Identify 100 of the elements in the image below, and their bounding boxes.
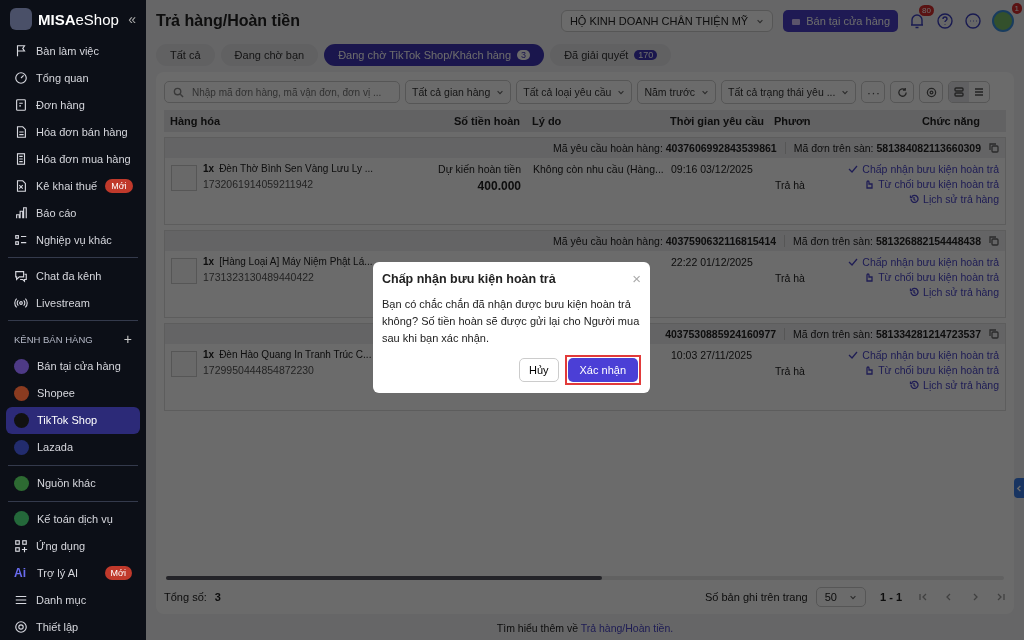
apps-grid-icon xyxy=(14,538,28,553)
sidebar-item[interactable]: Thiết lập xyxy=(6,613,140,640)
sidebar-item[interactable]: Bàn làm việc xyxy=(6,38,140,65)
filter-dropdown[interactable]: Tất cả gian hàng xyxy=(405,80,512,104)
sidebar-item[interactable]: Hóa đơn bán hàng xyxy=(6,118,140,146)
quantity: 1x xyxy=(203,163,215,174)
check-icon xyxy=(848,164,859,174)
sidebar-item[interactable]: Danh mục xyxy=(6,586,140,614)
request-code: Mã yêu cầu hoàn hàng: 4037590632116815414 xyxy=(553,235,777,247)
scrollbar-thumb[interactable] xyxy=(166,576,602,580)
sidebar-item[interactable]: TikTok Shop xyxy=(6,406,140,434)
store-dropdown[interactable]: HỘ KINH DOANH CHÂN THIỆN MỸ xyxy=(560,10,774,32)
notification-button[interactable] xyxy=(908,12,926,30)
sidebar-label: Shopee xyxy=(37,387,75,400)
order-code: Mã đơn trên sàn: 581326882154448438 xyxy=(793,235,981,247)
sidebar-item[interactable]: Bán tại cửa hàng xyxy=(6,353,140,380)
filter-dropdown[interactable]: Tất cả trạng thái yêu ... xyxy=(721,80,857,104)
list-icon xyxy=(14,232,28,247)
sidebar-item[interactable]: Livestream xyxy=(6,289,140,317)
tax-document-icon xyxy=(14,179,28,193)
count-badge: 3 xyxy=(517,50,531,60)
card-view-icon xyxy=(954,87,965,97)
last-page-icon[interactable] xyxy=(996,592,1006,602)
add-channel-button[interactable]: + xyxy=(123,331,132,347)
document-icon xyxy=(14,125,28,140)
receipt-icon xyxy=(14,152,28,167)
collapse-button[interactable]: « xyxy=(128,11,136,27)
sidebar-item[interactable]: Nguồn khác xyxy=(6,469,140,497)
confirm-button[interactable]: Xác nhận xyxy=(567,358,638,383)
return-method: Trả hà xyxy=(775,179,806,191)
sidebar-label: Báo cáo xyxy=(36,206,77,219)
sidebar-item[interactable]: Nghiệp vụ khác xyxy=(6,226,140,254)
sidebar-label: Trợ lý AI xyxy=(37,566,79,579)
first-page-icon[interactable] xyxy=(918,592,928,602)
refund-caption: Dự kiến hoàn tiền xyxy=(437,163,521,175)
sidebar-item[interactable]: Chat đa kênh xyxy=(6,262,140,290)
chat-icon xyxy=(14,268,28,283)
sidebar-label: Nghiệp vụ khác xyxy=(36,233,112,246)
column-header: Chức năng xyxy=(920,115,981,127)
product-sku: 1731323130489440422 xyxy=(203,271,315,283)
sidebar-item[interactable]: Đơn hàng xyxy=(6,91,140,119)
column-header: Phươn xyxy=(774,115,812,127)
bell-icon xyxy=(908,12,926,30)
check-icon xyxy=(848,257,859,267)
column-header: Hàng hóa xyxy=(170,115,222,127)
shop-bag-icon xyxy=(791,16,802,26)
broadcast-icon xyxy=(14,295,28,310)
avatar[interactable] xyxy=(992,10,1014,32)
avatar-badge: 1 xyxy=(1011,3,1022,14)
chevron-left-icon xyxy=(1015,484,1023,492)
search-icon xyxy=(173,86,184,98)
sidebar-item[interactable]: Ai Trợ lý AI Mới xyxy=(6,559,140,587)
brand-name: MISAeShop xyxy=(38,10,119,28)
page-title: Trả hàng/Hoàn tiền xyxy=(156,12,300,30)
sidebar-label: Livestream xyxy=(36,296,90,309)
notification-badge: 80 xyxy=(919,5,934,16)
sidebar-item[interactable]: Shopee xyxy=(6,379,140,407)
sidebar-label: Bàn làm việc xyxy=(36,45,99,58)
new-badge: Mới xyxy=(105,179,133,193)
copy-icon[interactable] xyxy=(989,329,999,339)
help-icon[interactable] xyxy=(936,12,954,30)
refund-amount: 400.000 xyxy=(476,179,521,193)
reason: Không còn nhu cầu (Hàng... xyxy=(533,163,664,175)
copy-icon[interactable] xyxy=(989,143,999,153)
return-method: Trả hà xyxy=(775,365,806,377)
product-name: [Hàng Loại A] Máy Niệm Phật Lá... xyxy=(219,256,373,267)
sidebar-label: Ứng dụng xyxy=(36,539,86,552)
refresh-icon xyxy=(896,86,908,98)
filter-dropdown[interactable]: Tất cả loại yêu cầu xyxy=(516,80,633,104)
sidebar-item[interactable]: Ứng dụng xyxy=(6,532,140,560)
chevron-down-icon xyxy=(841,88,850,96)
help-text: Tìm hiểu thêm về Trả hàng/Hoàn tiền. xyxy=(495,621,675,636)
order-code: Mã đơn trên sàn: 581384082113660309 xyxy=(793,142,981,154)
sidebar-item[interactable]: Hóa đơn mua hàng xyxy=(6,145,140,173)
sidebar-item[interactable]: Báo cáo xyxy=(6,199,140,227)
refresh-button[interactable] xyxy=(890,81,915,103)
sidebar-item[interactable]: Lazada xyxy=(6,433,140,461)
new-badge: Mới xyxy=(104,565,132,580)
cancel-button[interactable]: Hủy xyxy=(518,358,559,383)
product-sku: 1729950444854872230 xyxy=(203,364,315,376)
side-panel-toggle[interactable] xyxy=(1014,478,1024,498)
sidebar-item[interactable]: Kế toán dịch vụ xyxy=(6,505,140,533)
page-size-dropdown[interactable]: 50 xyxy=(815,587,866,607)
chevron-down-icon xyxy=(496,88,505,96)
request-code: 4037530885924160977 xyxy=(665,328,777,340)
return-method: Trả hà xyxy=(775,272,806,284)
sidebar-item[interactable]: Tổng quan xyxy=(6,64,140,92)
card-view-button[interactable] xyxy=(949,82,970,102)
product-name: Đèn Thờ Bình Sen Vàng Lưu Ly ... xyxy=(219,163,374,174)
section-heading: KÊNH BÁN HÀNG xyxy=(14,333,93,345)
sidebar-item[interactable]: Kê khai thuế Mới xyxy=(6,172,140,200)
chevron-down-icon xyxy=(756,17,765,25)
copy-icon[interactable] xyxy=(989,236,999,246)
settings-button[interactable] xyxy=(919,81,944,103)
more-icon[interactable] xyxy=(964,12,982,30)
history-icon xyxy=(909,380,920,390)
column-header: Số tiền hoàn xyxy=(453,115,520,127)
sidebar-label: Nguồn khác xyxy=(37,477,96,490)
filter-dropdown[interactable]: Năm trước xyxy=(637,80,717,104)
quantity: 1x xyxy=(203,256,215,267)
